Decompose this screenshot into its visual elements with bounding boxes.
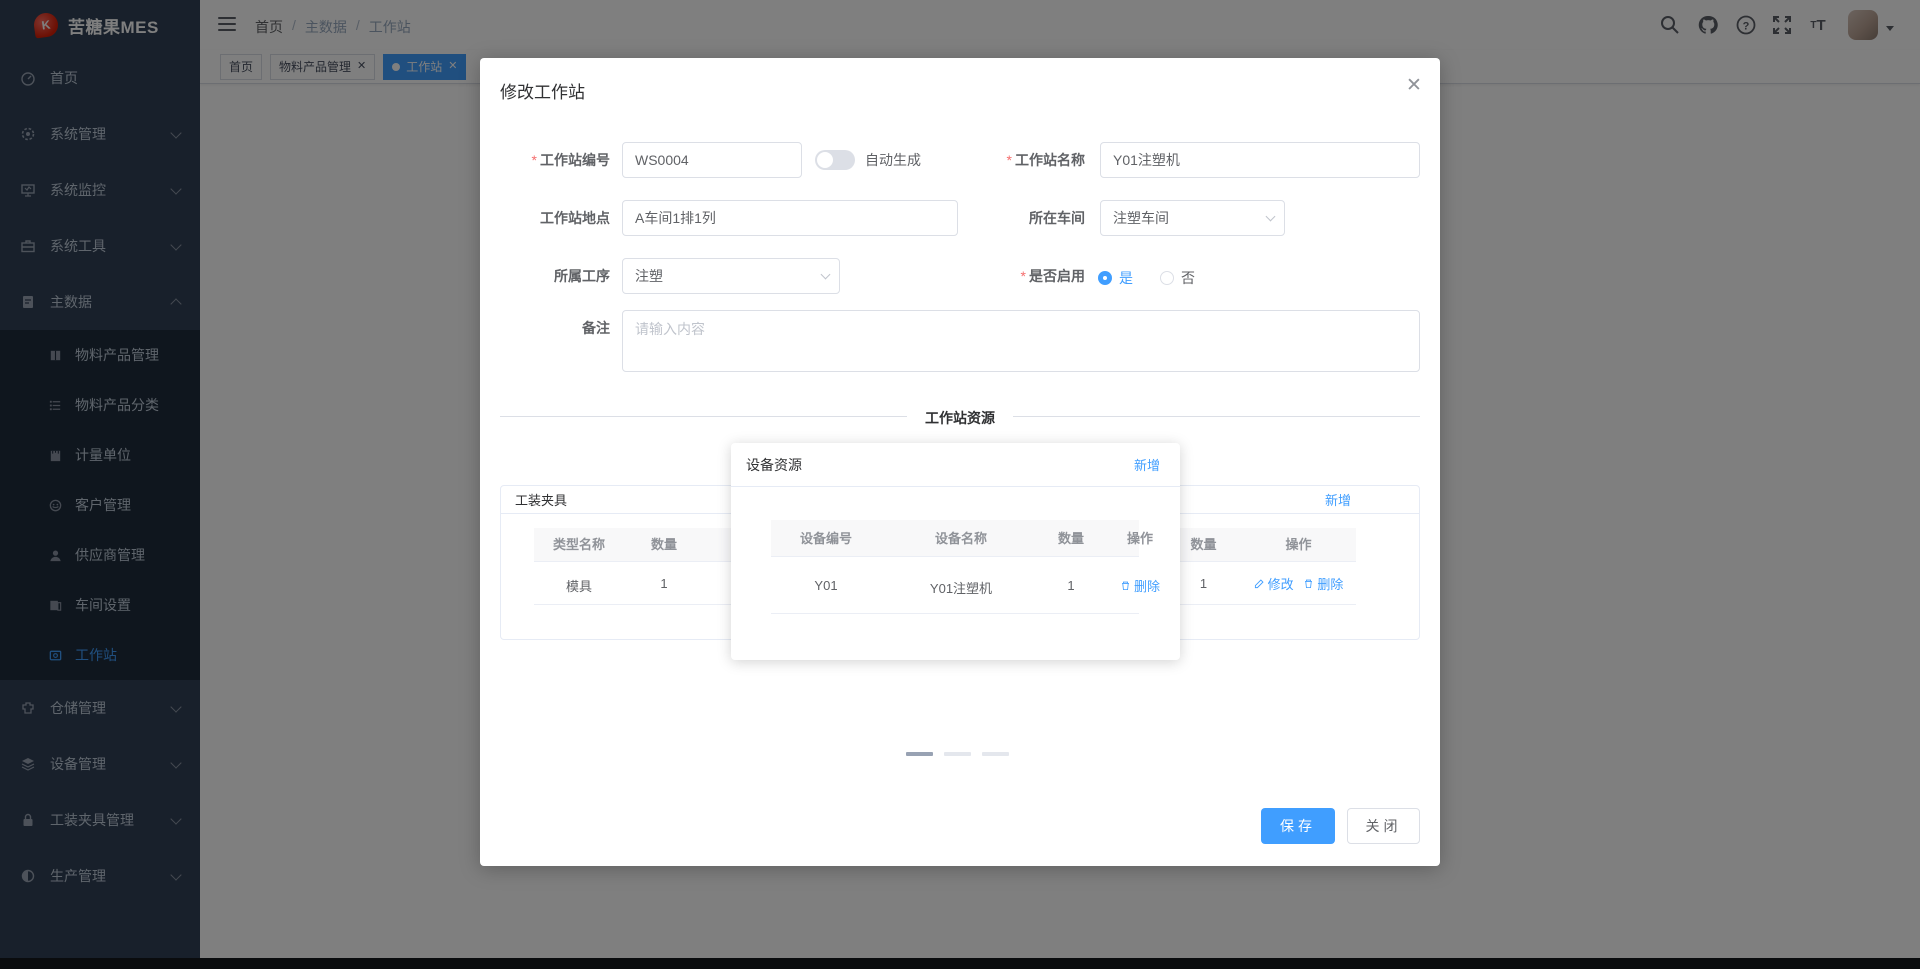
carousel-dash-3[interactable] bbox=[982, 752, 1009, 756]
process-select[interactable]: 注塑 bbox=[622, 258, 840, 294]
trash-icon bbox=[1305, 579, 1313, 589]
close-icon[interactable]: ✕ bbox=[1402, 74, 1426, 98]
device-row-qty: 1 bbox=[1067, 578, 1075, 593]
field-label-station-code: * 工作站编号 bbox=[531, 152, 610, 168]
screen: K 苦糖果MES 首页系统管理系统监控系统工具主数据 物料产品管理物料产品分类计… bbox=[0, 0, 1920, 969]
device-table-header: 设备编号 设备名称 数量 操作 bbox=[771, 520, 1153, 557]
device-row-actions: 删除 bbox=[1101, 576, 1179, 595]
required-asterisk: * bbox=[1020, 268, 1026, 284]
remark-textarea[interactable]: 请输入内容 bbox=[622, 310, 1420, 372]
device-header-action: 操作 bbox=[1126, 531, 1153, 546]
device-delete-link[interactable]: 删除 bbox=[1120, 576, 1160, 595]
radio-dot-icon bbox=[1098, 271, 1112, 285]
device-card-add-link[interactable]: 新增 bbox=[1134, 455, 1160, 474]
location-input[interactable]: A车间1排1列 bbox=[622, 200, 958, 236]
auto-generate-toggle[interactable] bbox=[815, 150, 855, 170]
remark-placeholder: 请输入内容 bbox=[635, 321, 705, 337]
station-code-input[interactable]: WS0004 bbox=[622, 142, 802, 178]
device-row-code: Y01 bbox=[814, 578, 838, 593]
required-asterisk: * bbox=[531, 152, 537, 168]
radio-dot-icon bbox=[1160, 271, 1174, 285]
device-header-code: 设备编号 bbox=[799, 531, 852, 546]
field-label-workshop: 所在车间 bbox=[1029, 210, 1085, 226]
cancel-button[interactable]: 关闭 bbox=[1347, 808, 1420, 844]
fixture-header-qty: 数量 bbox=[650, 537, 677, 552]
field-label-remark: 备注 bbox=[582, 320, 610, 336]
field-label-station-name: * 工作站名称 bbox=[1006, 152, 1085, 168]
chevron-down-icon bbox=[1265, 211, 1276, 222]
device-card-title: 设备资源 bbox=[746, 456, 802, 473]
enabled-radio-no[interactable]: 否 bbox=[1160, 268, 1195, 288]
pencil-icon bbox=[1254, 579, 1264, 589]
right-row-actions: 修改 删除 bbox=[1241, 574, 1356, 593]
right-card-add-link[interactable]: 新增 bbox=[1325, 490, 1351, 509]
resources-divider-title: 工作站资源 bbox=[480, 408, 1440, 428]
enabled-radio-yes[interactable]: 是 bbox=[1098, 268, 1133, 288]
auto-generate-label: 自动生成 bbox=[865, 152, 921, 168]
row-divider bbox=[771, 613, 1139, 614]
edit-workstation-dialog: 修改工作站 ✕ * 工作站编号 WS0004 自动生成 * 工作站名称 Y01注塑机… bbox=[480, 58, 1440, 866]
dialog-title: 修改工作站 bbox=[500, 83, 585, 102]
right-delete-link[interactable]: 删除 bbox=[1303, 574, 1343, 593]
station-name-input[interactable]: Y01注塑机 bbox=[1100, 142, 1420, 178]
carousel-dash-2[interactable] bbox=[944, 752, 971, 756]
carousel-indicators bbox=[906, 752, 1009, 756]
field-label-process: 所属工序 bbox=[554, 268, 610, 284]
save-button[interactable]: 保存 bbox=[1261, 808, 1335, 844]
fixture-card-title: 工装夹具 bbox=[515, 493, 568, 508]
workshop-select[interactable]: 注塑车间 bbox=[1100, 200, 1285, 236]
fixture-row-qty: 1 bbox=[660, 576, 668, 591]
required-asterisk: * bbox=[1006, 152, 1012, 168]
field-label-enabled: * 是否启用 bbox=[1020, 268, 1085, 284]
trash-icon bbox=[1122, 581, 1129, 591]
device-row-name: Y01注塑机 bbox=[929, 581, 993, 596]
right-header-action: 操作 bbox=[1285, 537, 1312, 552]
fixture-header-type: 类型名称 bbox=[552, 537, 605, 552]
device-header-name: 设备名称 bbox=[934, 531, 987, 546]
right-edit-link[interactable]: 修改 bbox=[1254, 574, 1294, 593]
device-header-qty: 数量 bbox=[1057, 531, 1084, 546]
fixture-row-name: 模具 bbox=[565, 579, 592, 594]
field-label-location: 工作站地点 bbox=[540, 210, 610, 226]
carousel-dash-1[interactable] bbox=[906, 752, 933, 756]
device-resource-card: 设备资源 新增 设备编号 设备名称 数量 操作 Y01 Y01注塑机 1 删除 bbox=[731, 443, 1180, 660]
chevron-down-icon bbox=[820, 269, 831, 280]
